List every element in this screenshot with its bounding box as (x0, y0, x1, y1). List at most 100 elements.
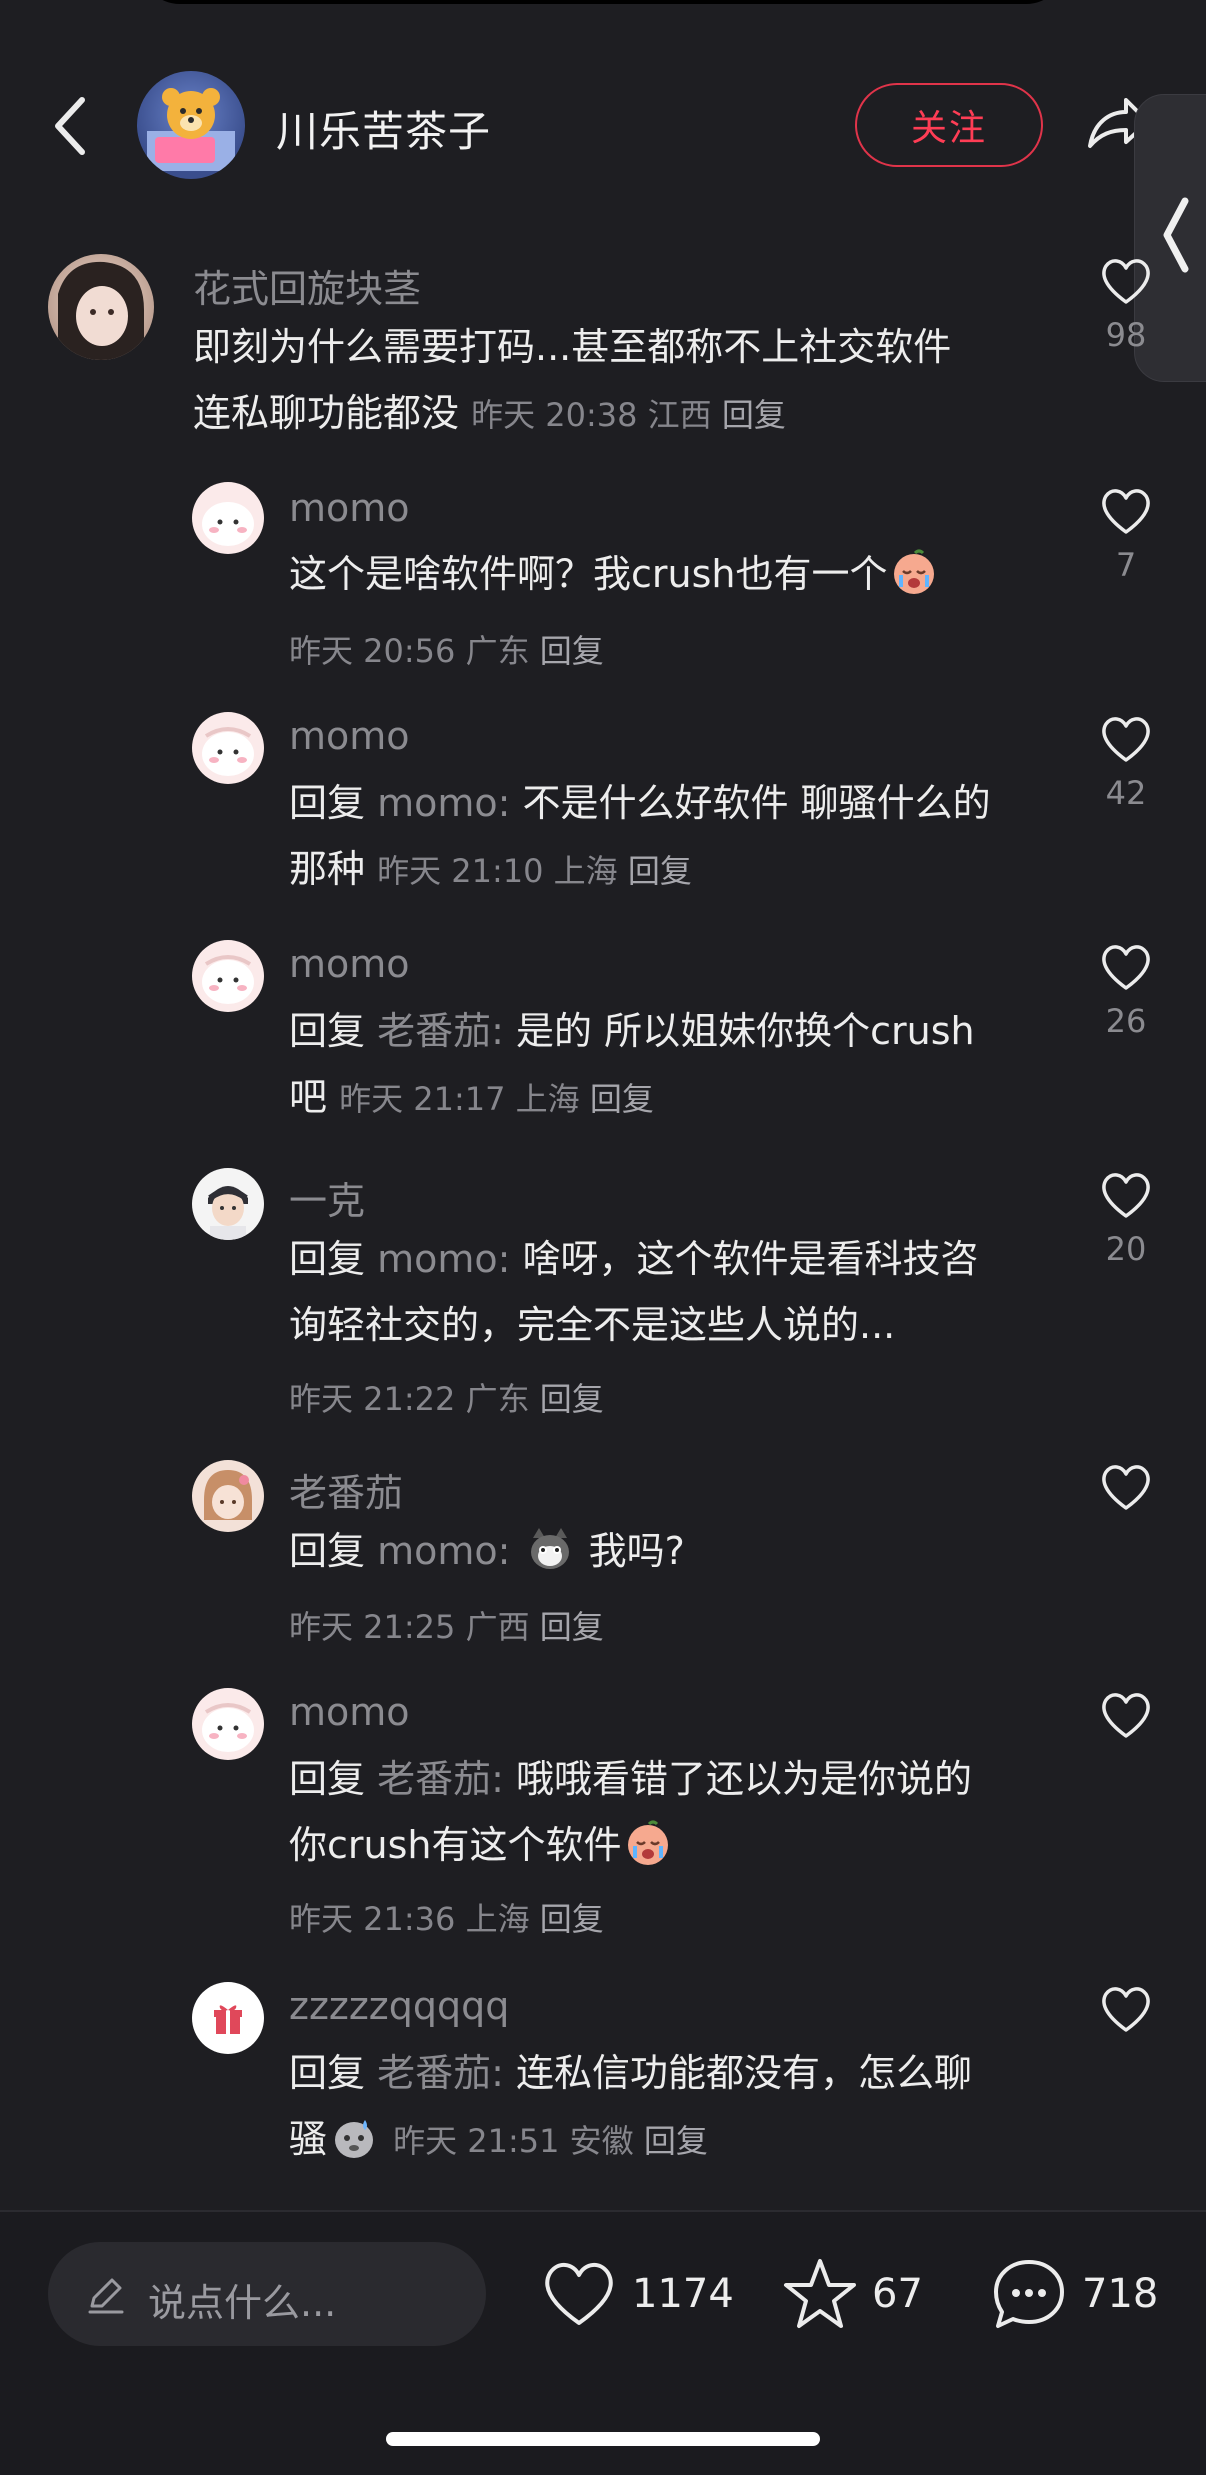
comment-time-location: 昨天 20:56 广东 (289, 632, 530, 670)
comment-text-line: 我吗? (588, 1529, 685, 1573)
mention-link[interactable]: 老番茄: (377, 1757, 504, 1801)
mention-link[interactable]: 老番茄: (377, 2051, 504, 2095)
like-button[interactable] (1096, 1690, 1156, 1744)
like-button[interactable]: 20 (1096, 1170, 1156, 1268)
comment-username[interactable]: momo (289, 714, 410, 758)
like-button[interactable]: 26 (1096, 942, 1156, 1040)
comment-text-line: 询轻社交的，完全不是这些人说的... (289, 1303, 896, 1347)
like-button[interactable]: 98 (1096, 256, 1156, 354)
crying-emoji-icon (628, 1820, 669, 1865)
comment-time-location: 昨天 20:38 江西 (471, 396, 712, 434)
comment-meta: 昨天 20:56 广东 回复 (289, 626, 604, 672)
comment-text: 回复 老番茄: 连私信功能都没有，怎么聊 骚 昨天 21:51 安徽 回复 (289, 2040, 1069, 2174)
comments-button[interactable]: 718 (990, 2252, 1158, 2336)
seal-avatar-image (202, 502, 254, 546)
comment-username[interactable]: 老番茄 (289, 1462, 403, 1517)
comment-username[interactable]: 花式回旋块茎 (193, 258, 421, 313)
heart-icon (1102, 1987, 1150, 2032)
mention-link[interactable]: momo: (377, 1237, 510, 1281)
heart-icon (1102, 717, 1150, 762)
heart-icon (1102, 1693, 1150, 1738)
comment-username[interactable]: 一克 (289, 1170, 365, 1225)
comment-text: 回复 momo: 不是什么好软件 聊骚什么的 那种 昨天 21:10 上海 回复 (289, 770, 1069, 904)
comment-time-location: 昨天 21:36 上海 (289, 1900, 530, 1938)
avatar[interactable] (192, 1460, 264, 1532)
comment-text-line: 你crush有这个软件 (289, 1823, 622, 1867)
comment-input-placeholder: 说点什么... (148, 2281, 337, 2325)
pencil-icon (88, 2278, 124, 2314)
like-count: 20 (1105, 1230, 1147, 1268)
author-avatar[interactable] (137, 71, 245, 179)
back-button[interactable] (44, 82, 104, 172)
comment-text-line: 连私聊功能都没 (193, 391, 460, 435)
cat-emoji-icon (530, 1528, 569, 1569)
like-button[interactable]: 7 (1096, 486, 1156, 584)
reply-prefix: 回复 (289, 2051, 366, 2095)
follow-button[interactable]: 关注 (855, 83, 1043, 167)
heart-icon (1102, 259, 1150, 304)
girl-avatar-image (204, 1470, 252, 1520)
seal-avatar-image (202, 1703, 254, 1752)
reply-link[interactable]: 回复 (540, 1608, 604, 1646)
comment-username[interactable]: momo (289, 1690, 410, 1734)
like-button[interactable] (1096, 1462, 1156, 1516)
favorite-button[interactable]: 67 (782, 2252, 923, 2336)
reply-link[interactable]: 回复 (540, 632, 604, 670)
comment-meta: 昨天 21:51 安徽 回复 (393, 2122, 708, 2160)
reply-link[interactable]: 回复 (628, 852, 692, 890)
comment-time-location: 昨天 21:25 广西 (289, 1608, 530, 1646)
comment-username[interactable]: momo (289, 486, 410, 530)
reply-link[interactable]: 回复 (644, 2122, 708, 2160)
avatar[interactable] (48, 254, 154, 360)
comment-text-line: 哦哦看错了还以为是你说的 (516, 1757, 973, 1801)
crying-emoji-icon (894, 549, 935, 594)
comment-username[interactable]: zzzzzqqqqq (289, 1984, 509, 2028)
reply-link[interactable]: 回复 (590, 1080, 654, 1118)
like-button[interactable]: 42 (1096, 714, 1156, 812)
comment-time-location: 昨天 21:22 广东 (289, 1380, 530, 1418)
reply-link[interactable]: 回复 (722, 396, 786, 434)
avatar[interactable] (192, 712, 264, 784)
reply-link[interactable]: 回复 (540, 1380, 604, 1418)
comment-text-line: 骚 (289, 2117, 328, 2161)
home-indicator[interactable] (386, 2432, 820, 2446)
avatar[interactable] (192, 1982, 264, 2054)
comment-text: 回复 momo: 我吗? (289, 1518, 1069, 1584)
like-count: 26 (1105, 1002, 1147, 1040)
like-button[interactable] (1096, 1984, 1156, 2038)
comment-username[interactable]: momo (289, 942, 410, 986)
mention-link[interactable]: momo: (377, 1529, 510, 1573)
like-count: 7 (1115, 546, 1137, 584)
reply-prefix: 回复 (289, 781, 366, 825)
mention-link[interactable]: 老番茄: (377, 1009, 504, 1053)
comment-text-line: 不是什么好软件 聊骚什么的 (522, 781, 991, 825)
comment-text: 回复 老番茄: 哦哦看错了还以为是你说的 你crush有这个软件 (289, 1746, 1069, 1878)
avatar[interactable] (192, 1168, 264, 1240)
comment-text: 回复 老番茄: 是的 所以姐妹你换个crush 吧 昨天 21:17 上海 回复 (289, 998, 1069, 1132)
status-bar-edge (140, 0, 1066, 4)
avatar[interactable] (192, 1688, 264, 1760)
comment-input[interactable]: 说点什么... (48, 2242, 486, 2346)
heart-icon (545, 2263, 613, 2325)
comment-time-location: 昨天 21:10 上海 (377, 852, 618, 890)
reply-prefix: 回复 (289, 1009, 366, 1053)
comment-text: 即刻为什么需要打码...甚至都称不上社交软件 连私聊功能都没 昨天 20:38 … (193, 314, 1053, 448)
comment-text-line: 吧 (289, 1075, 328, 1119)
comment-count: 718 (1082, 2271, 1159, 2317)
comment-meta: 昨天 21:36 上海 回复 (289, 1894, 604, 1940)
heart-icon (1102, 489, 1150, 534)
author-name[interactable]: 川乐苦茶子 (276, 98, 491, 159)
avatar[interactable] (192, 940, 264, 1012)
bear-avatar-image (147, 88, 235, 171)
mention-link[interactable]: momo: (377, 781, 510, 825)
heart-icon (1102, 1173, 1150, 1218)
comment-text-line: 即刻为什么需要打码...甚至都称不上社交软件 (193, 325, 952, 369)
comment-text-line: 啥呀，这个软件是看科技咨 (522, 1237, 979, 1281)
seal-avatar-image (202, 727, 254, 776)
comment-meta: 昨天 21:25 广西 回复 (289, 1602, 604, 1648)
avatar[interactable] (192, 482, 264, 554)
chat-bubble-icon (994, 2260, 1064, 2328)
post-like-button[interactable]: 1174 (540, 2252, 734, 2336)
reply-link[interactable]: 回复 (540, 1900, 604, 1938)
chevron-left-icon (1163, 197, 1189, 273)
